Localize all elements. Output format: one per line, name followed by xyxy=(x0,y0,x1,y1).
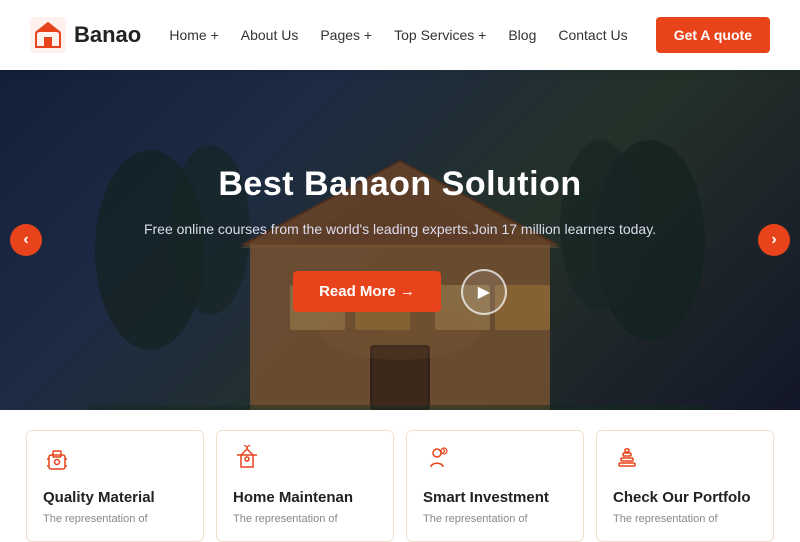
card-maintenance-title: Home Maintenan xyxy=(233,489,377,506)
card-quality-title: Quality Material xyxy=(43,489,187,506)
hero-title: Best Banaon Solution xyxy=(144,165,656,204)
card-quality-icon xyxy=(43,445,187,479)
hero-content: Best Banaon Solution Free online courses… xyxy=(144,165,656,314)
logo[interactable]: Banao xyxy=(30,17,141,53)
hero-prev-button[interactable]: ‹ xyxy=(10,224,42,256)
nav-services[interactable]: Top Services + xyxy=(394,27,486,43)
read-more-button[interactable]: Read More → xyxy=(293,271,441,312)
card-investment: Smart Investment The representation of xyxy=(406,430,584,542)
card-quality-desc: The representation of xyxy=(43,512,187,527)
card-maintenance-icon xyxy=(233,445,377,479)
card-portfolio: Check Our Portfolo The representation of xyxy=(596,430,774,542)
logo-icon xyxy=(30,17,66,53)
get-quote-button[interactable]: Get A quote xyxy=(656,17,770,53)
nav-pages[interactable]: Pages + xyxy=(320,27,372,43)
hero-section: Best Banaon Solution Free online courses… xyxy=(0,70,800,410)
card-investment-desc: The representation of xyxy=(423,512,567,527)
card-quality: Quality Material The representation of xyxy=(26,430,204,542)
cards-section: Quality Material The representation of H… xyxy=(0,410,800,500)
logo-text: Banao xyxy=(74,22,141,48)
navbar: Banao Home + About Us Pages + Top Servic… xyxy=(0,0,800,70)
card-portfolio-desc: The representation of xyxy=(613,512,757,527)
card-maintenance: Home Maintenan The representation of xyxy=(216,430,394,542)
card-portfolio-icon xyxy=(613,445,757,479)
nav-contact[interactable]: Contact Us xyxy=(558,27,627,43)
card-investment-title: Smart Investment xyxy=(423,489,567,506)
nav-links: Home + About Us Pages + Top Services + B… xyxy=(169,27,627,43)
play-button[interactable]: ▶ xyxy=(461,269,507,315)
hero-actions: Read More → ▶ xyxy=(144,269,656,315)
nav-blog[interactable]: Blog xyxy=(508,27,536,43)
nav-home[interactable]: Home + xyxy=(169,27,218,43)
nav-about[interactable]: About Us xyxy=(241,27,299,43)
card-maintenance-desc: The representation of xyxy=(233,512,377,527)
hero-subtitle: Free online courses from the world's lea… xyxy=(144,218,656,240)
card-portfolio-title: Check Our Portfolo xyxy=(613,489,757,506)
card-investment-icon xyxy=(423,445,567,479)
hero-next-button[interactable]: › xyxy=(758,224,790,256)
play-icon: ▶ xyxy=(478,282,490,302)
